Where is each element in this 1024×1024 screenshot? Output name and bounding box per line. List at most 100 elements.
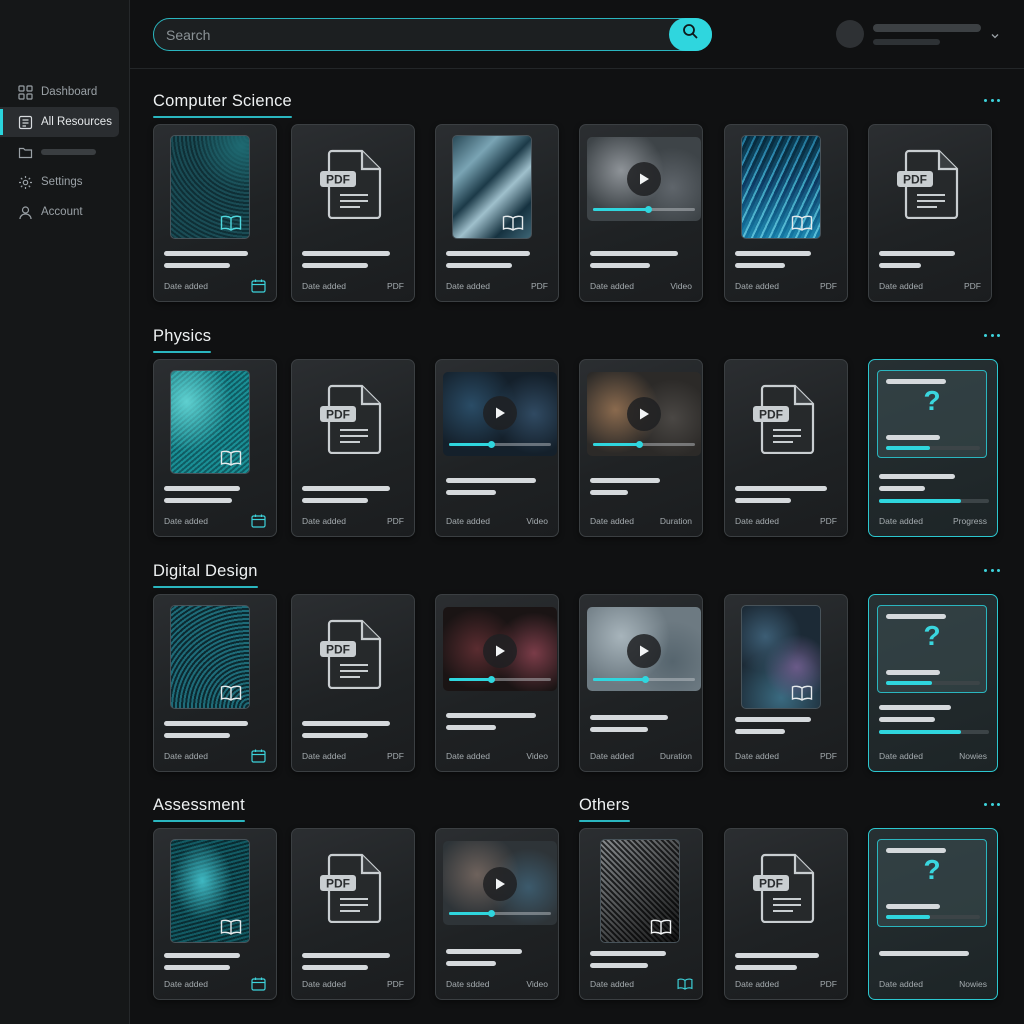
date-added-label: Date added (164, 751, 208, 761)
resource-card-quiz[interactable]: ? Date added Progress (868, 359, 998, 537)
date-added-label: Date added (164, 281, 208, 291)
quiz-thumbnail: ? (877, 839, 987, 927)
subtitle-placeholder (302, 263, 368, 268)
video-progress-bar[interactable] (593, 206, 695, 213)
type-label: PDF (820, 751, 837, 761)
resource-card-book[interactable]: Date added (153, 594, 277, 772)
date-added-label: Date added (735, 751, 779, 761)
more-options-icon[interactable] (984, 97, 1000, 103)
section-title-assessment: Assessment (153, 796, 245, 822)
quiz-progress-bar (886, 915, 980, 919)
title-placeholder (446, 478, 536, 483)
resource-card-book[interactable]: Date added PDF (724, 594, 848, 772)
video-progress-bar[interactable] (593, 441, 695, 448)
more-options-icon[interactable] (984, 801, 1000, 807)
resource-card-pdf[interactable]: PDF Date added PDF (724, 359, 848, 537)
date-added-label: Date added (735, 281, 779, 291)
resource-card-pdf[interactable]: PDF Date added PDF (291, 828, 415, 1000)
resource-card-pdf[interactable]: PDF Date added PDF (291, 124, 415, 302)
play-icon[interactable] (627, 162, 661, 196)
title-placeholder (735, 251, 811, 256)
resource-card-pdf[interactable]: PDF Date added PDF (724, 828, 848, 1000)
resource-card-pdf[interactable]: PDF Date added PDF (868, 124, 992, 302)
type-label: PDF (531, 281, 548, 291)
search-button[interactable] (669, 17, 712, 51)
resource-card-video[interactable]: Date added Video (579, 124, 703, 302)
date-added-label: Date added (164, 979, 208, 989)
pdf-icon: PDF (753, 853, 821, 924)
duration-label: Duration (659, 751, 692, 761)
subtitle-placeholder (879, 717, 935, 722)
resource-card-video[interactable]: Date added Video (435, 594, 559, 772)
video-progress-bar[interactable] (449, 676, 551, 683)
search-icon (682, 23, 699, 45)
sidebar-item-all-resources[interactable]: All Resources (0, 107, 119, 137)
resource-card-book[interactable]: Date added (153, 359, 277, 537)
section-title-physics: Physics (153, 327, 212, 353)
play-icon[interactable] (483, 867, 517, 901)
book-icon (502, 214, 524, 232)
book-icon (791, 214, 813, 232)
book-icon (650, 918, 672, 936)
resource-card-book[interactable]: Date added PDF (435, 124, 559, 302)
book-cover (170, 605, 250, 709)
sidebar-item-dashboard[interactable]: Dashboard (0, 77, 130, 107)
resource-card-pdf[interactable]: PDF Date added PDF (291, 359, 415, 537)
sidebar-item-settings[interactable]: Settings (0, 167, 130, 197)
resource-card-book[interactable]: Date added (153, 828, 277, 1000)
chevron-down-icon[interactable] (990, 28, 1000, 39)
book-icon (791, 684, 813, 702)
sidebar-item-account[interactable]: Account (0, 197, 130, 227)
book-icon (220, 684, 242, 702)
resource-card-video[interactable]: Date added Duration (579, 594, 703, 772)
resource-card-video[interactable]: Date sdded Video (435, 828, 559, 1000)
resource-card-video[interactable]: Date added Video (435, 359, 559, 537)
resource-card-quiz[interactable]: ? Date added Nowies (868, 828, 998, 1000)
library-icon (18, 115, 33, 130)
subtitle-placeholder (886, 904, 940, 909)
sidebar-item-folder[interactable] (0, 137, 130, 167)
play-icon[interactable] (483, 396, 517, 430)
resource-card-book[interactable]: Date added (579, 828, 703, 1000)
search-input[interactable] (166, 26, 646, 43)
svg-text:PDF: PDF (326, 877, 350, 891)
more-options-icon[interactable] (984, 332, 1000, 338)
more-options-icon[interactable] (984, 567, 1000, 573)
pdf-icon: PDF (320, 853, 388, 924)
book-icon (677, 977, 693, 991)
subtitle-placeholder (302, 965, 368, 970)
date-added-label: Date added (302, 751, 346, 761)
resource-card-pdf[interactable]: PDF Date added PDF (291, 594, 415, 772)
video-progress-bar[interactable] (449, 910, 551, 917)
title-placeholder (735, 717, 811, 722)
video-thumbnail (443, 372, 557, 456)
type-label: PDF (387, 979, 404, 989)
pdf-icon: PDF (320, 384, 388, 455)
date-added-label: Date added (446, 516, 490, 526)
resource-card-book[interactable]: Date added PDF (724, 124, 848, 302)
video-progress-bar[interactable] (449, 441, 551, 448)
title-placeholder (886, 848, 946, 853)
play-icon[interactable] (483, 634, 517, 668)
search-bar (153, 17, 712, 51)
date-added-label: Date added (446, 751, 490, 761)
play-icon[interactable] (627, 397, 661, 431)
play-icon[interactable] (627, 634, 661, 668)
svg-text:PDF: PDF (759, 408, 783, 422)
sidebar-item-label: All Resources (41, 116, 112, 128)
section-title-computer-science: Computer Science (153, 92, 292, 118)
resource-card-book[interactable]: Date added (153, 124, 277, 302)
date-added-label: Date added (879, 751, 923, 761)
avatar[interactable] (836, 20, 864, 48)
subtitle-placeholder (886, 670, 940, 675)
resource-card-video[interactable]: Date added Duration (579, 359, 703, 537)
resource-card-quiz[interactable]: ? Date added Nowies (868, 594, 998, 772)
sidebar-item-label: Dashboard (41, 86, 98, 98)
video-progress-bar[interactable] (593, 676, 695, 683)
sidebar-item-label: Settings (41, 176, 83, 188)
calendar-icon (251, 514, 266, 528)
progress-bar (879, 499, 989, 503)
subtitle-placeholder (302, 733, 368, 738)
date-added-label: Date added (590, 516, 634, 526)
svg-text:PDF: PDF (903, 173, 927, 187)
